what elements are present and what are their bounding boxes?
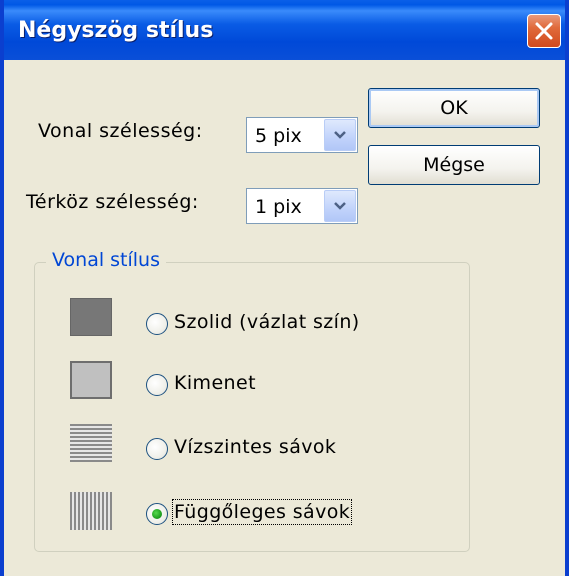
line-width-label: Vonal szélesség: bbox=[38, 120, 203, 142]
chevron-down-icon bbox=[334, 202, 346, 210]
radio-vertical-stripes-label[interactable]: Függőleges sávok bbox=[171, 499, 353, 525]
gap-width-dropdown-button[interactable] bbox=[324, 190, 356, 222]
cancel-button[interactable]: Mégse bbox=[368, 145, 540, 185]
radio-horizontal-stripes[interactable] bbox=[146, 438, 168, 460]
dialog-window: Négyszög stílus Vonal szélesség: 5 pix T… bbox=[0, 0, 569, 576]
radio-solid[interactable] bbox=[146, 313, 168, 335]
line-width-select[interactable]: 5 pix bbox=[246, 117, 358, 153]
gap-width-select[interactable]: 1 pix bbox=[246, 188, 358, 224]
vertical-stripes-icon bbox=[70, 492, 112, 530]
radio-solid-label[interactable]: Szolid (vázlat szín) bbox=[174, 311, 360, 333]
radio-selected-dot bbox=[152, 509, 162, 519]
line-style-legend: Vonal stílus bbox=[46, 249, 166, 271]
outline-swatch-icon bbox=[70, 361, 112, 399]
window-title: Négyszög stílus bbox=[18, 18, 214, 43]
line-width-dropdown-button[interactable] bbox=[324, 119, 356, 151]
solid-swatch-icon bbox=[70, 298, 112, 336]
radio-outline[interactable] bbox=[146, 374, 168, 396]
radio-vertical-stripes[interactable] bbox=[146, 503, 168, 525]
radio-horizontal-stripes-label[interactable]: Vízszintes sávok bbox=[174, 436, 336, 458]
horizontal-stripes-icon bbox=[70, 424, 112, 462]
gap-width-label: Térköz szélesség: bbox=[26, 191, 199, 213]
ok-button[interactable]: OK bbox=[368, 88, 540, 128]
gap-width-value: 1 pix bbox=[255, 196, 302, 218]
chevron-down-icon bbox=[334, 131, 346, 139]
line-width-value: 5 pix bbox=[255, 125, 302, 147]
close-icon bbox=[535, 22, 553, 40]
radio-outline-label[interactable]: Kimenet bbox=[174, 372, 256, 394]
title-bar[interactable]: Négyszög stílus bbox=[4, 0, 565, 60]
close-button[interactable] bbox=[527, 14, 561, 48]
